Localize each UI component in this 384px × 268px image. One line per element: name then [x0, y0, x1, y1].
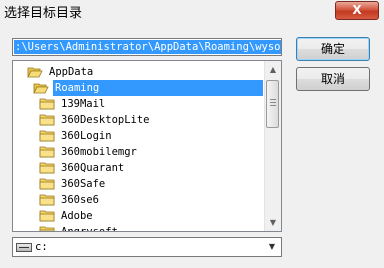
folder-tree[interactable]: AppData Roaming 139Mail 360DesktopLite 3…: [12, 60, 282, 232]
folder-icon: [39, 226, 55, 231]
cancel-button[interactable]: 取消: [296, 67, 370, 91]
tree-item-roaming[interactable]: Roaming: [33, 80, 263, 96]
dialog-window: 选择目标目录 X :\Users\Administrator\AppData\R…: [0, 0, 384, 268]
path-input[interactable]: :\Users\Administrator\AppData\Roaming\wy…: [12, 38, 282, 56]
tree-scrollbar[interactable]: ▲ ▼: [264, 61, 281, 231]
tree-item-label: 139Mail: [61, 98, 106, 110]
drive-select[interactable]: c: ▼: [12, 237, 282, 257]
tree-item-label: 360DesktopLite: [61, 114, 150, 126]
folder-icon: [39, 130, 55, 142]
folder-open-icon: [33, 83, 49, 94]
ok-button[interactable]: 确定: [296, 37, 370, 61]
title-bar[interactable]: 选择目标目录 X: [0, 0, 384, 28]
scrollbar-thumb[interactable]: [266, 80, 279, 128]
folder-open-icon: [27, 67, 43, 78]
folder-icon: [39, 162, 55, 174]
folder-icon: [39, 178, 55, 190]
path-input-value: :\Users\Administrator\AppData\Roaming\wy…: [14, 40, 281, 54]
close-icon: X: [352, 3, 362, 17]
drive-icon: [16, 243, 32, 252]
tree-item-label: 360mobilemgr: [61, 146, 137, 158]
grip-icon: [270, 99, 276, 108]
chevron-down-icon[interactable]: ▼: [264, 239, 280, 255]
tree-item-label: AppData: [49, 66, 94, 78]
tree-item-label: 360Login: [61, 130, 112, 142]
folder-icon: [39, 114, 55, 126]
dialog-title: 选择目标目录: [4, 6, 83, 21]
folder-icon: [39, 194, 55, 206]
folder-icon: [39, 146, 55, 158]
tree-item-label: Angrysoft: [61, 226, 118, 232]
drive-select-value: c:: [35, 241, 48, 253]
scroll-up-icon[interactable]: ▲: [265, 61, 281, 78]
tree-item-label: Roaming: [53, 80, 263, 96]
tree-item-label: 360se6: [61, 194, 99, 206]
folder-icon: [39, 210, 55, 222]
close-button[interactable]: X: [335, 1, 379, 20]
tree-item-label: 360Safe: [61, 178, 106, 190]
scroll-down-icon[interactable]: ▼: [265, 214, 281, 231]
tree-item-label: Adobe: [61, 210, 93, 222]
folder-icon: [39, 98, 55, 110]
tree-item-label: 360Quarant: [61, 162, 125, 174]
